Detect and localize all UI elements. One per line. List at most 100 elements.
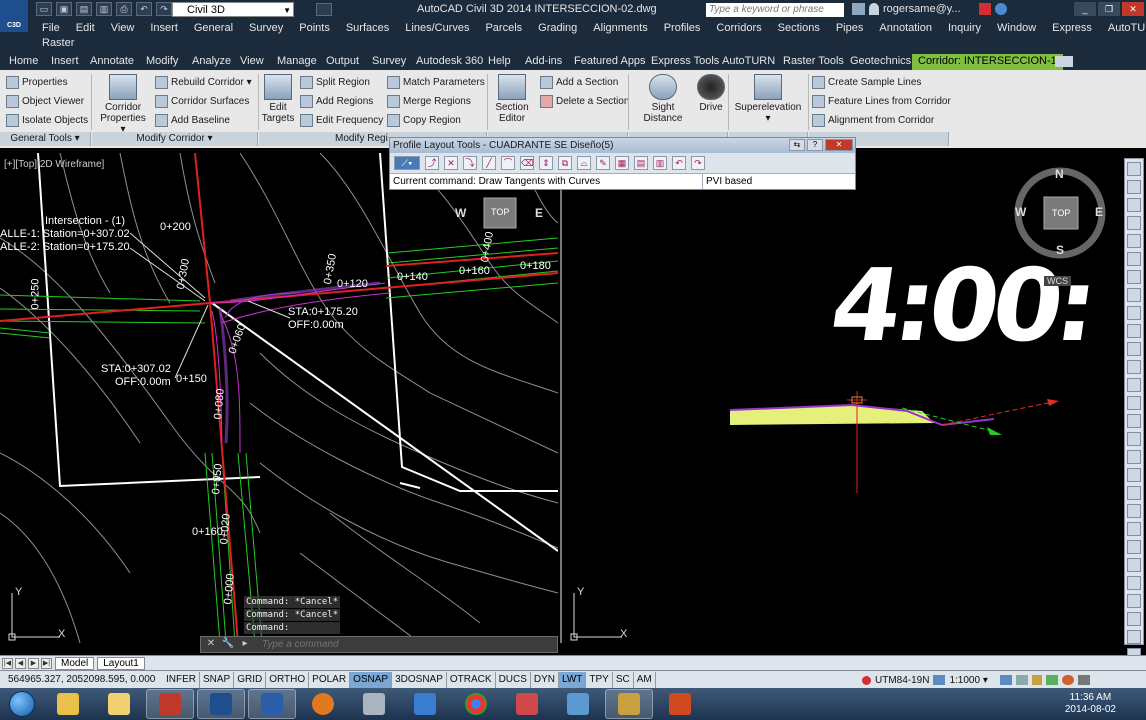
superelevation-button[interactable]: Superelevation ▾ — [734, 74, 802, 124]
menu-item-inquiry[interactable]: Inquiry — [948, 20, 981, 37]
offset-icon[interactable] — [1127, 522, 1141, 536]
table-icon[interactable]: ▥ — [653, 156, 667, 170]
restore-icon[interactable]: ❐ — [1098, 2, 1120, 16]
start-button[interactable] — [0, 688, 44, 720]
tab-featured-apps[interactable]: Featured Apps — [574, 54, 646, 70]
annotation-visibility-icon[interactable] — [999, 675, 1012, 685]
menu-item-parcels[interactable]: Parcels — [485, 20, 522, 37]
menu-item-view[interactable]: View — [111, 20, 135, 37]
copy-profile-icon[interactable]: ⧉ — [558, 156, 572, 170]
menu-item-sections[interactable]: Sections — [778, 20, 820, 37]
status-toggle-lwt[interactable]: LWT — [559, 671, 587, 688]
user-icon[interactable] — [869, 3, 879, 15]
menu-item-autoturn[interactable]: AutoTURN — [1108, 20, 1146, 37]
gradient-icon[interactable] — [1127, 414, 1141, 428]
application-menu-button[interactable]: C3D — [0, 0, 28, 32]
menu-item-points[interactable]: Points — [299, 20, 330, 37]
move-pvi-icon[interactable]: ⤵ — [463, 156, 477, 170]
menu-item-window[interactable]: Window — [997, 20, 1036, 37]
line-icon[interactable] — [1127, 162, 1141, 176]
raise-lower-icon[interactable]: ⇕ — [539, 156, 553, 170]
edit-targets-button[interactable]: Edit Targets — [261, 74, 295, 124]
tab-corridor-interseccion-1[interactable]: Corridor: INTERSECCION-1 — [912, 54, 1063, 70]
taskbar-firefox[interactable] — [299, 689, 347, 719]
arc-icon[interactable] — [1127, 252, 1141, 266]
alignment-from-corridor-button[interactable]: Alignment from Corridor — [812, 114, 934, 127]
compass-n[interactable]: N — [1055, 167, 1064, 181]
curve-icon[interactable]: ⌒ — [501, 156, 515, 170]
tab-manage[interactable]: Manage — [277, 54, 317, 70]
menu-item-insert[interactable]: Insert — [150, 20, 178, 37]
taskbar-calculator[interactable] — [350, 689, 398, 719]
rectangle-icon[interactable] — [1127, 234, 1141, 248]
status-toggle-am[interactable]: AM — [634, 671, 656, 688]
menu-item-corridors[interactable]: Corridors — [716, 20, 761, 37]
tab-output[interactable]: Output — [326, 54, 359, 70]
taskbar-explorer[interactable] — [44, 689, 92, 719]
region-icon[interactable] — [1127, 432, 1141, 446]
polygon-icon[interactable] — [1127, 216, 1141, 230]
insert-block-icon[interactable] — [1127, 342, 1141, 356]
viewport-profile[interactable]: Y X 4:00: N W E S TOP WCS — [560, 153, 1118, 643]
delete-pvi-icon[interactable]: ✕ — [444, 156, 458, 170]
tab-modify[interactable]: Modify — [146, 54, 178, 70]
tab-express-tools[interactable]: Express Tools — [651, 54, 719, 70]
undo-icon[interactable]: ↶ — [672, 156, 686, 170]
entity-grid-icon[interactable]: ▤ — [634, 156, 648, 170]
print-icon[interactable]: ⎙ — [116, 2, 132, 16]
close-icon[interactable]: ✕ — [204, 638, 218, 651]
profile-layout-toolbar[interactable]: Profile Layout Tools - CUADRANTE SE Dise… — [389, 137, 856, 190]
tab-survey[interactable]: Survey — [372, 54, 406, 70]
status-toggle-polar[interactable]: POLAR — [309, 671, 351, 688]
tab-view[interactable]: View — [240, 54, 264, 70]
polyline-icon[interactable] — [1127, 198, 1141, 212]
edit-frequency-button[interactable]: Edit Frequency — [300, 114, 383, 127]
command-input[interactable] — [262, 639, 542, 650]
copy-icon[interactable] — [1127, 486, 1141, 500]
taskbar-onenote[interactable] — [605, 689, 653, 719]
insert-pvi-icon[interactable]: ⤴ — [425, 156, 439, 170]
move-icon[interactable] — [1127, 558, 1141, 572]
isolate-objects-button[interactable]: Isolate Objects — [6, 114, 88, 127]
point-icon[interactable] — [1127, 378, 1141, 392]
menu-item-alignments[interactable]: Alignments — [593, 20, 647, 37]
vertical-curve-icon[interactable]: ⌓ — [577, 156, 591, 170]
coord-system[interactable]: UTM84-19N — [875, 675, 929, 686]
feature-lines-button[interactable]: Feature Lines from Corridor — [812, 95, 951, 108]
tab-analyze[interactable]: Analyze — [192, 54, 231, 70]
menu-item-general[interactable]: General — [194, 20, 233, 37]
switch-icon[interactable]: ⇆ — [789, 139, 805, 151]
tab-geotechnics[interactable]: Geotechnics — [850, 54, 911, 70]
save-icon[interactable]: ▤ — [76, 2, 92, 16]
ribbon-minimize-icon[interactable] — [1055, 56, 1073, 67]
taskbar-network[interactable] — [401, 689, 449, 719]
status-toggle-infer[interactable]: INFER — [163, 671, 200, 688]
status-toggle-otrack[interactable]: OTRACK — [447, 671, 496, 688]
status-toggle-tpy[interactable]: TPY — [586, 671, 613, 688]
tab-raster-tools[interactable]: Raster Tools — [783, 54, 844, 70]
sight-distance-button[interactable]: Sight Distance — [632, 74, 694, 124]
menu-item-profiles[interactable]: Profiles — [664, 20, 701, 37]
tab-model[interactable]: Model — [55, 656, 95, 670]
delete-section-button[interactable]: Delete a Section — [540, 95, 629, 108]
menu-item-edit[interactable]: Edit — [76, 20, 95, 37]
corridor-properties-button[interactable]: Corridor Properties ▾ — [99, 74, 147, 135]
split-region-button[interactable]: Split Region — [300, 76, 370, 89]
close-icon[interactable]: ✕ — [1122, 2, 1144, 16]
viewport-plan[interactable]: Y X [+][Top][2D Wireframe] Intersection … — [0, 153, 558, 643]
menu-item-pipes[interactable]: Pipes — [836, 20, 864, 37]
viewcube-top[interactable]: TOP — [491, 207, 509, 217]
isolate-status-icon[interactable] — [1061, 675, 1074, 685]
coordinates-readout[interactable]: 564965.327, 2052098.595, 0.000 — [0, 674, 163, 685]
binoculars-icon[interactable] — [852, 3, 865, 15]
viewcube-w[interactable]: W — [455, 206, 466, 220]
circle-icon[interactable] — [1127, 270, 1141, 284]
status-toggle-ortho[interactable]: ORTHO — [266, 671, 310, 688]
taskbar-autocad[interactable] — [146, 689, 194, 719]
status-toggle-osnap[interactable]: OSNAP — [350, 671, 393, 688]
profile-toolbar-title[interactable]: Profile Layout Tools - CUADRANTE SE Dise… — [390, 138, 855, 153]
hardware-icon[interactable] — [1045, 675, 1058, 685]
wcs-label[interactable]: WCS — [1044, 276, 1071, 286]
revcloud-icon[interactable] — [1127, 288, 1141, 302]
workspace-icon[interactable] — [1015, 675, 1028, 685]
